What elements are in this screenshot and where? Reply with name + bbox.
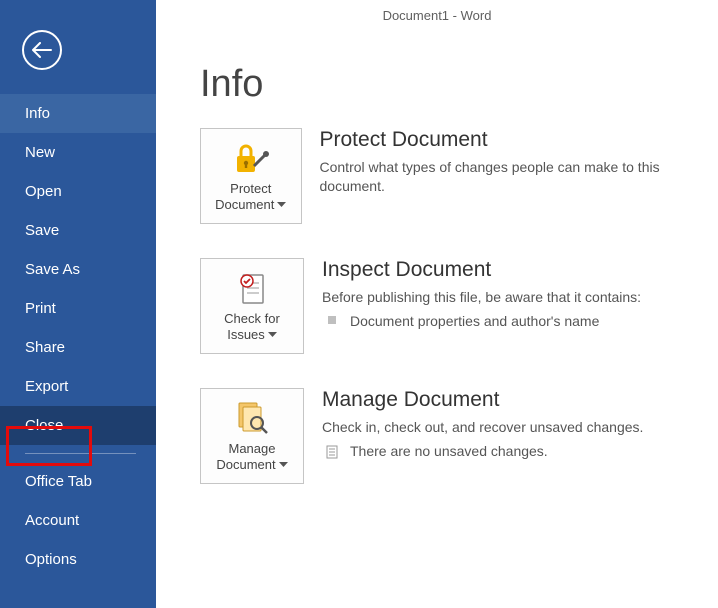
nav-label: Share: [25, 339, 65, 356]
nav-label: Save: [25, 222, 59, 239]
nav-close[interactable]: Close: [0, 406, 156, 445]
section-inspect: Check for Issues Inspect Document Before…: [200, 258, 718, 354]
nav-label: New: [25, 144, 55, 161]
backstage-sidebar: Info New Open Save Save As Print Share E…: [0, 0, 156, 608]
inspect-bullet: Document properties and author's name: [350, 313, 599, 329]
window-title: Document1 - Word: [156, 0, 718, 23]
nav-open[interactable]: Open: [0, 172, 156, 211]
tile-label-line2: Document: [215, 197, 274, 213]
arrow-left-icon: [32, 42, 52, 58]
section-manage: Manage Document Manage Document Check in…: [200, 388, 718, 484]
nav-label: Close: [25, 417, 63, 434]
lock-key-icon: [232, 142, 270, 176]
nav-export[interactable]: Export: [0, 367, 156, 406]
bullet-square-icon: [322, 315, 342, 325]
check-for-issues-button[interactable]: Check for Issues: [200, 258, 304, 354]
inspect-desc: Before publishing this file, be aware th…: [322, 288, 641, 307]
tile-label-line2: Issues: [227, 327, 265, 343]
chevron-down-icon: [268, 332, 277, 338]
main-pane: Document1 - Word Info Protect Document: [156, 0, 718, 608]
nav-share[interactable]: Share: [0, 328, 156, 367]
nav-label: Open: [25, 183, 62, 200]
nav-label: Export: [25, 378, 68, 395]
documents-magnifier-icon: [233, 401, 271, 437]
nav-office-tab[interactable]: Office Tab: [0, 462, 156, 501]
tile-label-line2: Document: [216, 457, 275, 473]
nav-label: Account: [25, 512, 79, 529]
nav-info[interactable]: Info: [0, 94, 156, 133]
manage-document-button[interactable]: Manage Document: [200, 388, 304, 484]
protect-desc: Control what types of changes people can…: [320, 158, 718, 196]
chevron-down-icon: [277, 202, 286, 208]
nav-new[interactable]: New: [0, 133, 156, 172]
manage-title: Manage Document: [322, 388, 643, 412]
chevron-down-icon: [279, 462, 288, 468]
nav-save[interactable]: Save: [0, 211, 156, 250]
tile-label-line1: Manage: [216, 441, 287, 457]
back-button[interactable]: [22, 30, 62, 70]
nav-label: Print: [25, 300, 56, 317]
nav-print[interactable]: Print: [0, 289, 156, 328]
section-protect: Protect Document Protect Document Contro…: [200, 128, 718, 224]
nav-label: Save As: [25, 261, 80, 278]
nav-options[interactable]: Options: [0, 540, 156, 579]
protect-title: Protect Document: [320, 128, 718, 152]
tile-label-line1: Protect: [215, 181, 286, 197]
manage-bullet: There are no unsaved changes.: [350, 443, 548, 459]
nav-divider: [25, 453, 136, 454]
nav-save-as[interactable]: Save As: [0, 250, 156, 289]
nav-label: Info: [25, 105, 50, 122]
page-title: Info: [200, 63, 718, 106]
nav-account[interactable]: Account: [0, 501, 156, 540]
inspect-title: Inspect Document: [322, 258, 641, 282]
document-check-icon: [235, 271, 269, 307]
document-small-icon: [322, 445, 342, 459]
manage-desc: Check in, check out, and recover unsaved…: [322, 418, 643, 437]
nav-label: Office Tab: [25, 473, 92, 490]
protect-document-button[interactable]: Protect Document: [200, 128, 302, 224]
nav-label: Options: [25, 551, 77, 568]
tile-label-line1: Check for: [224, 311, 280, 327]
